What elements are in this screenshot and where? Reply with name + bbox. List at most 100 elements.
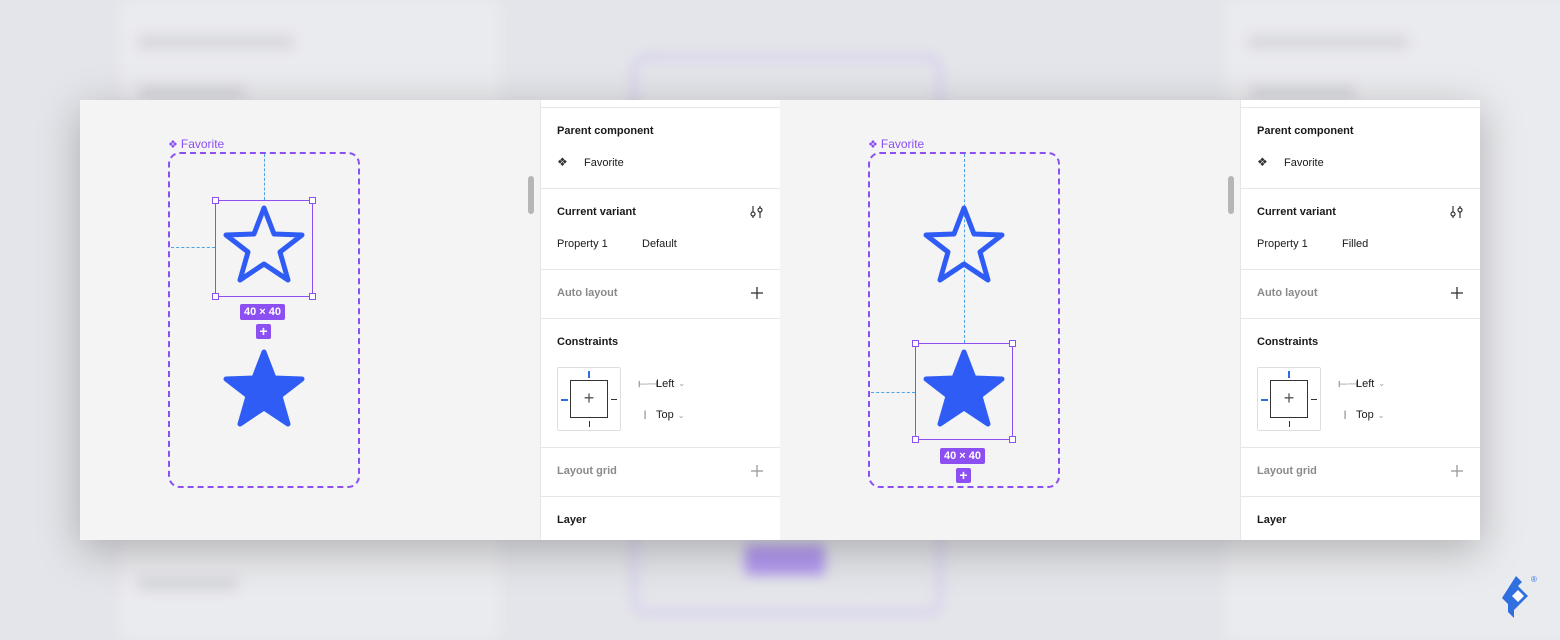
vertical-constraint-dropdown[interactable]: I Top ⌄ [1338, 408, 1384, 422]
size-badge: 40 × 40 [240, 304, 286, 320]
canvas-scrollbar[interactable] [528, 176, 534, 214]
constraints-widget[interactable]: + [1257, 367, 1321, 431]
parent-component-name[interactable]: Favorite [584, 157, 624, 169]
toptal-logo: ® [1502, 575, 1537, 618]
resize-handle[interactable] [912, 340, 919, 347]
layout-grid-title: Layout grid [557, 465, 617, 477]
registered-mark: ® [1531, 575, 1537, 584]
constraint-top[interactable] [588, 371, 590, 378]
resize-handle[interactable] [309, 293, 316, 300]
properties-panel: Parent component ❖ Favorite Current vari… [540, 100, 780, 540]
vertical-constraint-dropdown[interactable]: I Top ⌄ [638, 408, 684, 422]
frame-filled: ❖ Favorite 40 × 40 + Parent component ❖ … [780, 100, 1480, 540]
constraints-title: Constraints [557, 336, 619, 348]
panel-divider [541, 269, 780, 270]
constraints-center: + [1283, 388, 1295, 408]
component-label-text: Favorite [880, 137, 925, 151]
component-label[interactable]: ❖ Favorite [868, 137, 924, 151]
constraints-widget[interactable]: + [557, 367, 621, 431]
resize-handle[interactable] [1009, 340, 1016, 347]
comparison-card: ❖ Favorite 40 × 40 + Parent component ❖ … [80, 100, 1480, 540]
variant-settings-icon[interactable] [750, 205, 764, 219]
layout-grid-title: Layout grid [1257, 465, 1317, 477]
horizontal-constraint-dropdown[interactable]: ⟝⟞ Left ⌄ [638, 376, 685, 391]
add-layout-grid-icon[interactable] [750, 464, 764, 478]
add-variant-button[interactable]: + [956, 468, 971, 483]
ghost-text [138, 578, 238, 590]
auto-layout-title: Auto layout [557, 287, 618, 299]
constraint-bottom[interactable] [589, 421, 590, 427]
constraint-left[interactable] [561, 399, 568, 401]
variant-property-value[interactable]: Filled [1342, 238, 1368, 250]
properties-panel: Parent component ❖ Favorite Current vari… [1240, 100, 1480, 540]
resize-handle[interactable] [309, 197, 316, 204]
spacing-guide-top [264, 154, 265, 200]
component-label-text: Favorite [180, 137, 225, 151]
panel-divider [1241, 107, 1480, 108]
variant-settings-icon[interactable] [1450, 205, 1464, 219]
horizontal-constraint-value: Left [1356, 377, 1375, 390]
panel-divider [1241, 188, 1480, 189]
current-variant-title: Current variant [1257, 206, 1336, 218]
add-layout-grid-icon[interactable] [1450, 464, 1464, 478]
parent-component-title: Parent component [1257, 125, 1354, 137]
component-icon: ❖ [868, 138, 878, 151]
auto-layout-title: Auto layout [1257, 287, 1318, 299]
horizontal-constraint-icon: ⟝⟞ [1338, 376, 1358, 390]
vertical-constraint-icon: I [1343, 408, 1347, 422]
size-badge: 40 × 40 [940, 448, 986, 464]
horizontal-constraint-dropdown[interactable]: ⟝⟞ Left ⌄ [1338, 376, 1385, 391]
constraint-bottom[interactable] [1289, 421, 1290, 427]
parent-component-name[interactable]: Favorite [1284, 157, 1324, 169]
constraint-left[interactable] [1261, 399, 1268, 401]
component-icon: ❖ [557, 155, 568, 169]
chevron-down-icon: ⌄ [1377, 410, 1385, 420]
chevron-down-icon: ⌄ [677, 410, 685, 420]
spacing-guide-left [871, 392, 915, 393]
frame-default: ❖ Favorite 40 × 40 + Parent component ❖ … [80, 100, 780, 540]
add-variant-button[interactable]: + [256, 324, 271, 339]
selection-box[interactable] [215, 200, 313, 297]
variant-property-label: Property 1 [1257, 238, 1308, 250]
panel-divider [1241, 318, 1480, 319]
variant-property-value[interactable]: Default [642, 238, 677, 250]
star-outline-icon[interactable] [922, 204, 1006, 284]
add-auto-layout-icon[interactable] [750, 286, 764, 300]
design-canvas[interactable]: ❖ Favorite 40 × 40 + [780, 100, 1240, 540]
design-canvas[interactable]: ❖ Favorite 40 × 40 + [80, 100, 540, 540]
panel-divider [1241, 447, 1480, 448]
variant-property-label: Property 1 [557, 238, 608, 250]
constraints-center: + [583, 388, 595, 408]
ghost-text [140, 86, 245, 98]
resize-handle[interactable] [212, 293, 219, 300]
constraint-top[interactable] [1288, 371, 1290, 378]
panel-divider [541, 318, 780, 319]
parent-component-title: Parent component [557, 125, 654, 137]
resize-handle[interactable] [1009, 436, 1016, 443]
constraint-right[interactable] [1311, 399, 1317, 400]
layer-title: Layer [1257, 514, 1287, 526]
horizontal-constraint-value: Left [656, 377, 675, 390]
constraint-right[interactable] [611, 399, 617, 400]
vertical-constraint-icon: I [643, 408, 647, 422]
horizontal-constraint-icon: ⟝⟞ [638, 376, 658, 390]
component-label[interactable]: ❖ Favorite [168, 137, 224, 151]
panel-divider [541, 107, 780, 108]
canvas-scrollbar[interactable] [1228, 176, 1234, 214]
chevron-down-icon: ⌄ [678, 379, 686, 388]
ghost-block [745, 545, 825, 575]
resize-handle[interactable] [912, 436, 919, 443]
component-icon: ❖ [1257, 155, 1268, 169]
ghost-text [1248, 36, 1408, 48]
resize-handle[interactable] [212, 197, 219, 204]
layer-title: Layer [557, 514, 587, 526]
star-filled-icon[interactable] [222, 348, 306, 428]
add-auto-layout-icon[interactable] [1450, 286, 1464, 300]
selection-box[interactable] [915, 343, 1013, 440]
component-icon: ❖ [168, 138, 178, 151]
vertical-constraint-value: Top [1356, 409, 1374, 421]
panel-divider [1241, 269, 1480, 270]
ghost-text [1250, 86, 1355, 98]
chevron-down-icon: ⌄ [1378, 379, 1386, 388]
ghost-text [138, 36, 293, 48]
